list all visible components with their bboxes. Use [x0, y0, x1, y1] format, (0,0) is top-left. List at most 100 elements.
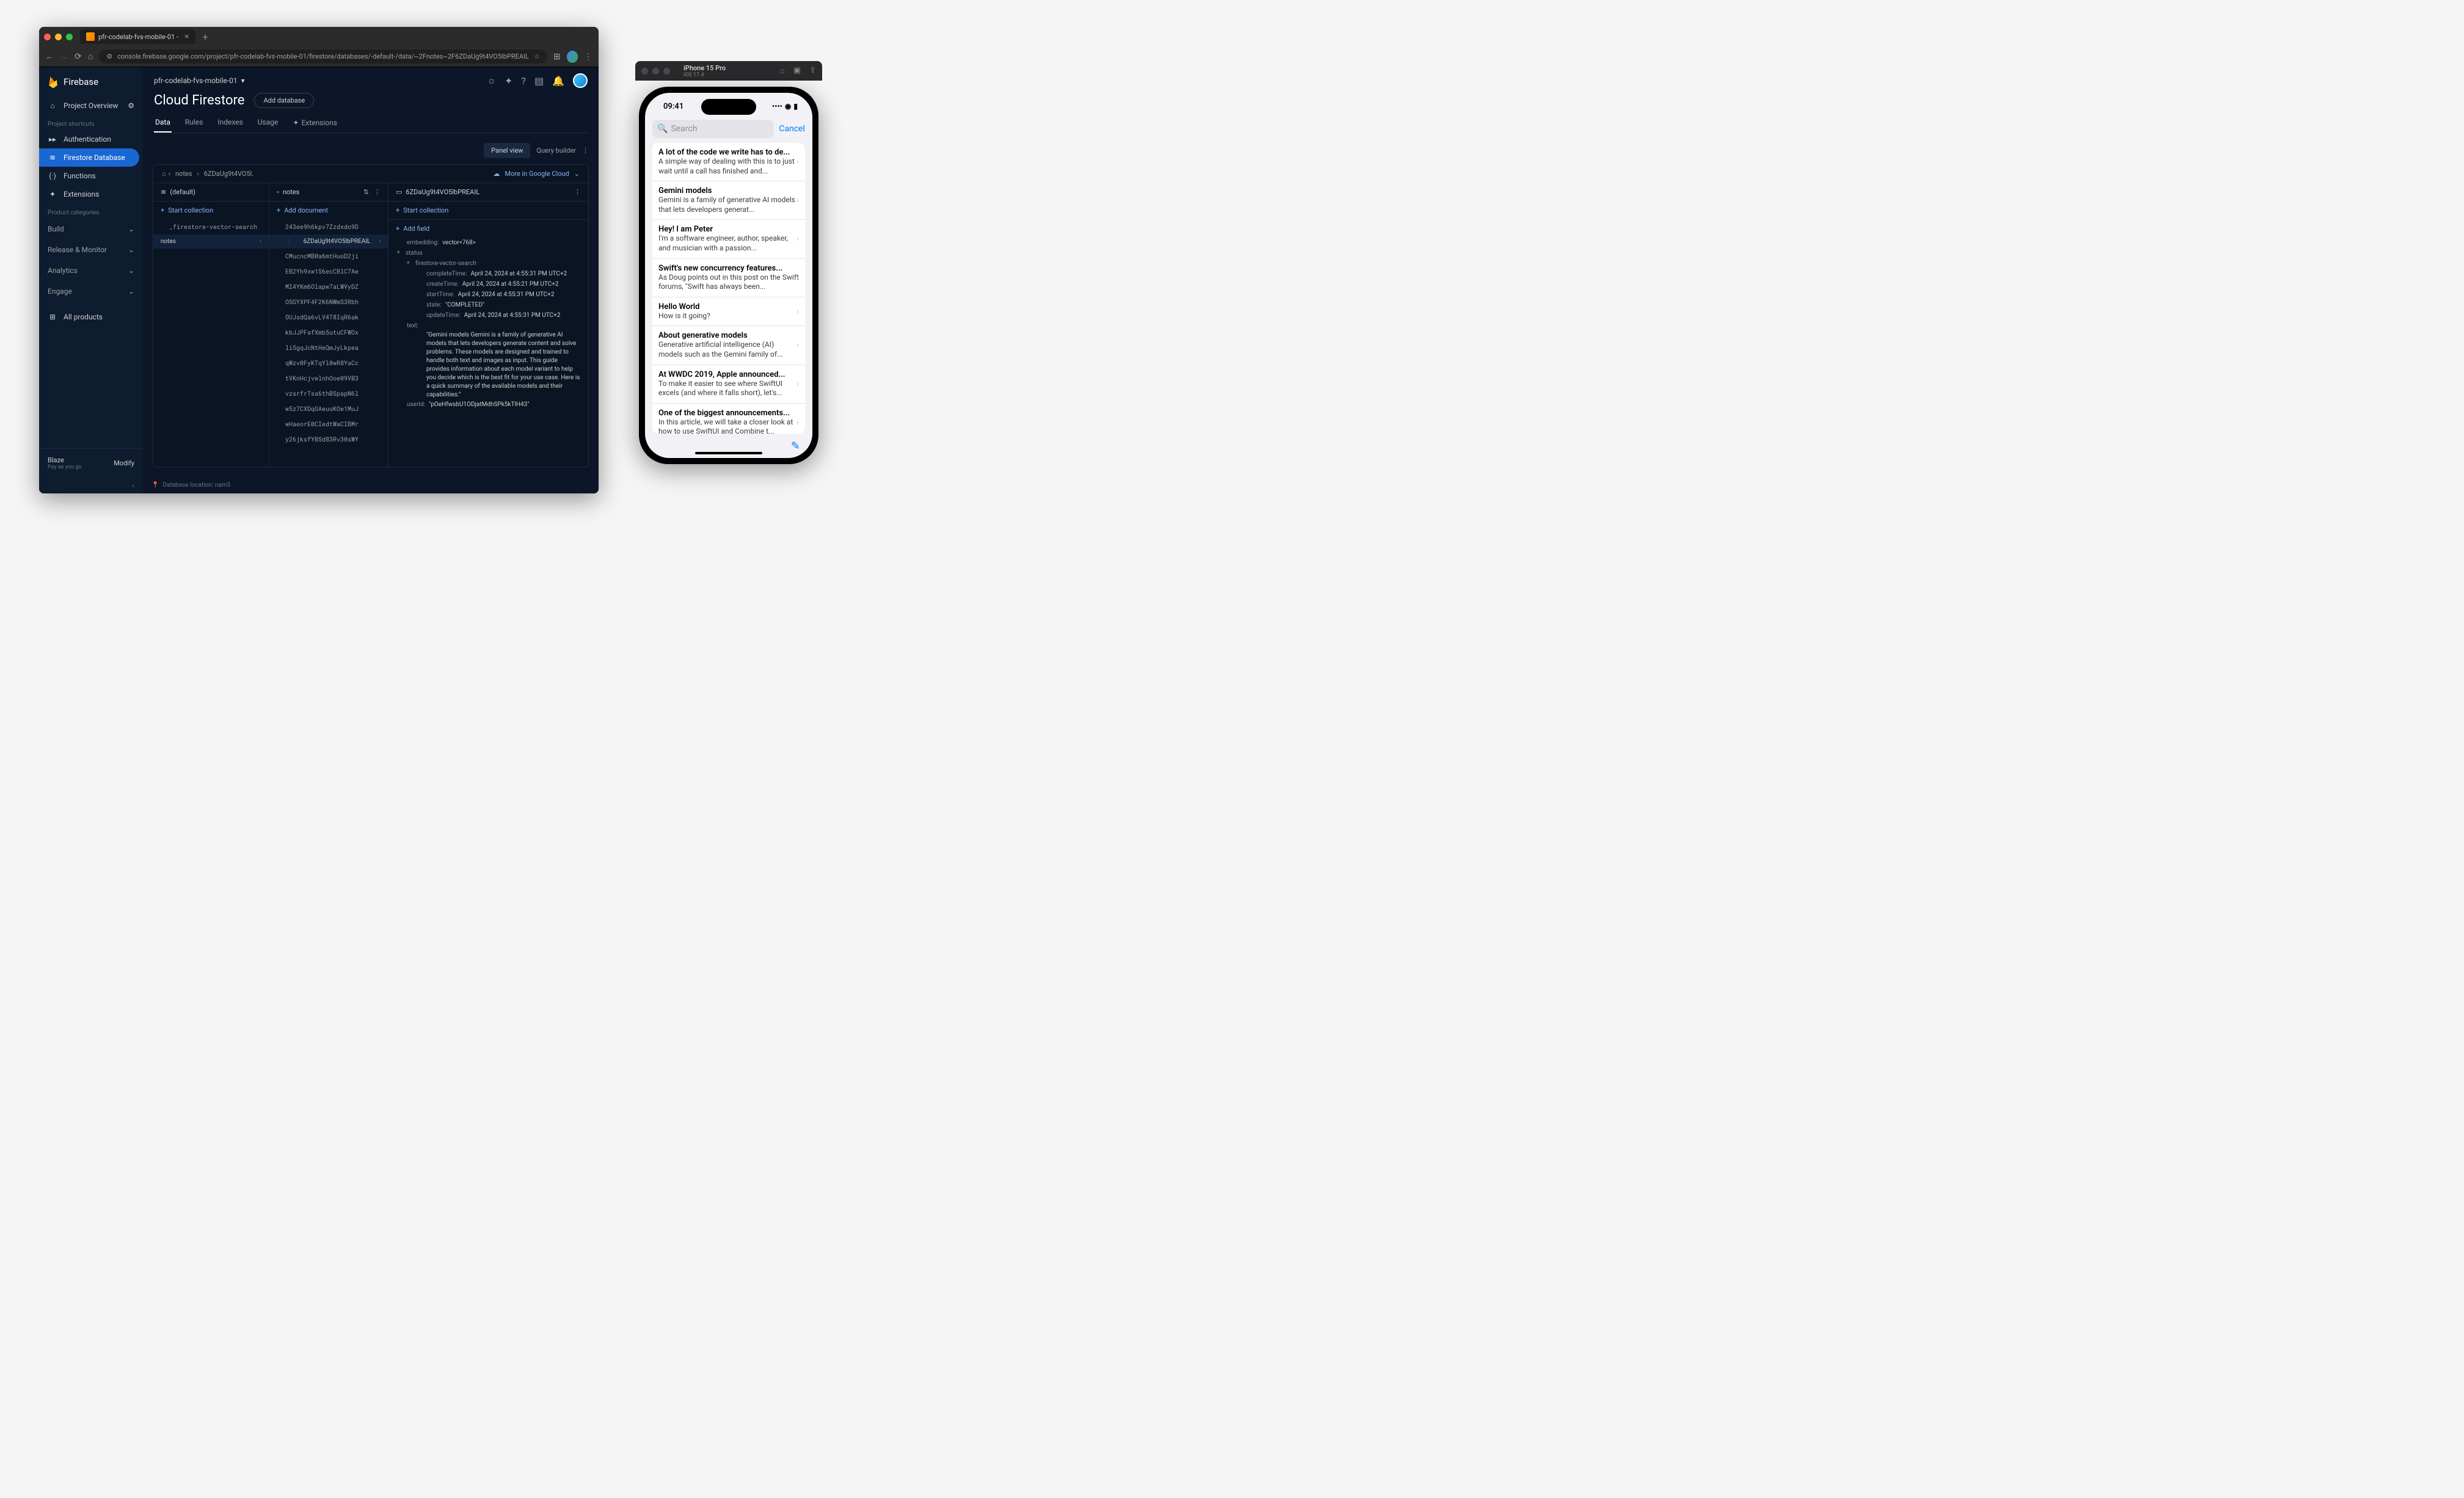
field-create-time[interactable]: createTime:April 24, 2024 at 4:55:21 PM … [388, 279, 588, 289]
tab-rules[interactable]: Rules [184, 113, 204, 133]
close-window-button[interactable] [641, 68, 648, 75]
sidebar-category-build[interactable]: Build ⌄ [39, 219, 143, 239]
help-icon[interactable]: ? [521, 75, 526, 87]
more-menu-icon[interactable]: ⋮ [582, 147, 589, 155]
tab-extensions[interactable]: ✦ Extensions [291, 113, 338, 133]
sidebar-category-engage[interactable]: Engage ⌄ [39, 281, 143, 302]
document-item[interactable]: y26jksfYBSd83Rv30sWY [269, 432, 388, 447]
project-selector[interactable]: pfr-codelab-fvs-mobile-01 ▾ [154, 76, 245, 85]
close-window-button[interactable] [44, 34, 51, 40]
maximize-window-button[interactable] [663, 68, 670, 75]
minimize-window-button[interactable] [55, 34, 62, 40]
reload-button[interactable]: ⟳ [75, 52, 82, 62]
collection-item-notes[interactable]: notes › [153, 235, 269, 249]
compose-icon[interactable]: ✎ [791, 440, 800, 453]
breadcrumb-notes[interactable]: notes [175, 170, 192, 178]
document-item[interactable]: vzsrfrTsa6thBSpapN6l [269, 386, 388, 401]
field-complete-time[interactable]: completeTime:April 24, 2024 at 4:55:31 P… [388, 269, 588, 279]
document-item[interactable]: li5gqJcNtHeQmJyLkpea [269, 340, 388, 355]
extensions-icon[interactable]: ⊞ [553, 52, 561, 62]
sidebar-brand[interactable]: Firebase [39, 67, 143, 96]
document-item[interactable]: OSGYXPF4F2K6NWmS3Rbh [269, 294, 388, 310]
note-item[interactable]: Swift's new concurrency features...As Do… [652, 259, 805, 297]
settings-gear-icon[interactable]: ⚙ [128, 101, 134, 110]
modify-plan-link[interactable]: Modify [114, 459, 134, 467]
document-item[interactable]: w5z7CXDqGAeuuKOe1MuJ [269, 401, 388, 416]
site-settings-icon[interactable]: ⚙ [106, 53, 112, 60]
new-tab-button[interactable]: + [203, 31, 208, 43]
more-icon[interactable]: ⋮ [574, 188, 581, 196]
document-item[interactable]: MI4YKm6Olapw7aLWVyDZ [269, 279, 388, 294]
add-field-button[interactable]: + Add field [388, 220, 588, 238]
tab-close-icon[interactable]: × [184, 32, 189, 42]
search-input[interactable]: 🔍 Search [652, 120, 774, 138]
notifications-icon[interactable]: 🔔 [552, 75, 564, 87]
sidebar-category-release[interactable]: Release & Monitor ⌄ [39, 239, 143, 260]
user-avatar[interactable] [573, 73, 588, 88]
note-item[interactable]: One of the biggest announcements...In th… [652, 404, 805, 434]
field-userid[interactable]: userId:"pOeHfwsbU1ODjatMdhSPk5kTlH43" [388, 399, 588, 410]
profile-avatar[interactable] [567, 51, 578, 63]
start-collection-button[interactable]: + Start collection [388, 202, 588, 219]
more-gcloud-link[interactable]: More in Google Cloud [505, 170, 569, 178]
home-icon[interactable]: ⌂ [780, 66, 785, 76]
field-update-time[interactable]: updateTime:April 24, 2024 at 4:55:31 PM … [388, 310, 588, 321]
forward-button[interactable]: → [60, 51, 68, 62]
bookmark-icon[interactable]: ☆ [534, 53, 540, 60]
tab-indexes[interactable]: Indexes [216, 113, 244, 133]
sparkle-icon[interactable]: ✦ [505, 75, 512, 87]
screenshot-icon[interactable]: ▣ [793, 66, 801, 76]
sidebar-all-products[interactable]: ⊞ All products [39, 308, 143, 326]
back-button[interactable]: ← [45, 51, 54, 62]
add-database-button[interactable]: Add database [254, 93, 314, 108]
chevron-down-icon[interactable]: ⌄ [574, 170, 580, 178]
sidebar-project-overview[interactable]: ⌂ Project Overview ⚙ [39, 96, 143, 115]
tab-usage[interactable]: Usage [257, 113, 280, 133]
sidebar-item-functions[interactable]: (·) Functions [39, 167, 143, 185]
start-collection-button[interactable]: + Start collection [153, 202, 269, 219]
document-item[interactable]: EB2Yh9xw1S6ecCBlC7Ae [269, 264, 388, 279]
field-vector-search[interactable]: ▾ firestore-vector-search [388, 258, 588, 269]
tab-data[interactable]: Data [154, 113, 172, 133]
filter-icon[interactable]: ⇅ [363, 188, 369, 196]
theme-toggle-icon[interactable]: ☼ [487, 75, 496, 87]
note-item[interactable]: Hello WorldHow is it going?› [652, 297, 805, 327]
home-button[interactable]: ⌂ [88, 51, 93, 62]
note-item[interactable]: Gemini modelsGemini is a family of gener… [652, 181, 805, 220]
document-item[interactable]: ⋮6ZDaUg9t4VO5lbPREAIL› [269, 235, 388, 249]
home-indicator[interactable] [695, 452, 762, 454]
field-start-time[interactable]: startTime:April 24, 2024 at 4:55:31 PM U… [388, 289, 588, 300]
url-bar[interactable]: ⚙ console.firebase.google.com/project/pf… [99, 49, 547, 64]
document-item[interactable]: OUJsdQa6vLV4T8IqR6ak [269, 310, 388, 325]
field-embedding[interactable]: embedding:vector<768> [388, 238, 588, 248]
sidebar-category-analytics[interactable]: Analytics ⌄ [39, 260, 143, 281]
browser-tab[interactable]: pfr-codelab-fvs-mobile-01 - × [80, 29, 195, 44]
document-item[interactable]: tVKnHcjvwlnhOoe09VB3 [269, 371, 388, 386]
add-document-button[interactable]: + Add document [269, 202, 388, 219]
browser-menu-icon[interactable]: ⋮ [584, 52, 592, 62]
home-icon[interactable]: ⌂ [162, 170, 166, 178]
document-item[interactable]: 243ee9h6kpv7Zzdxdo9D [269, 219, 388, 235]
maximize-window-button[interactable] [66, 34, 73, 40]
field-text[interactable]: text: [388, 321, 588, 331]
document-item[interactable]: CMucncMB0a6mtHuoD2ji [269, 249, 388, 264]
note-item[interactable]: At WWDC 2019, Apple announced...To make … [652, 365, 805, 404]
note-item[interactable]: About generative modelsGenerative artifi… [652, 326, 805, 365]
notes-icon[interactable]: ▤ [534, 75, 544, 87]
field-state[interactable]: state:"COMPLETED" [388, 300, 588, 310]
document-item[interactable]: kbJJPFafXmb5utuCFWOx [269, 325, 388, 340]
collection-item[interactable]: _firestore-vector-search [153, 219, 269, 235]
sidebar-item-firestore[interactable]: ≋ Firestore Database [39, 148, 139, 167]
document-item[interactable]: wHaeorE0CIedtWaCIBMr [269, 416, 388, 432]
more-icon[interactable]: ⋮ [374, 188, 381, 196]
sidebar-item-authentication[interactable]: ▸▸ Authentication [39, 130, 143, 148]
caret-down-icon[interactable]: ▾ [397, 250, 403, 256]
caret-down-icon[interactable]: ▾ [407, 260, 413, 267]
note-item[interactable]: Hey! I am PeterI'm a software engineer, … [652, 220, 805, 258]
sidebar-item-extensions[interactable]: ✦ Extensions [39, 185, 143, 203]
notes-list[interactable]: A lot of the code we write has to de...A… [652, 143, 805, 434]
share-icon[interactable]: ⇪ [809, 66, 816, 76]
field-status[interactable]: ▾ status [388, 248, 588, 258]
minimize-window-button[interactable] [652, 68, 659, 75]
cancel-button[interactable]: Cancel [779, 124, 805, 134]
